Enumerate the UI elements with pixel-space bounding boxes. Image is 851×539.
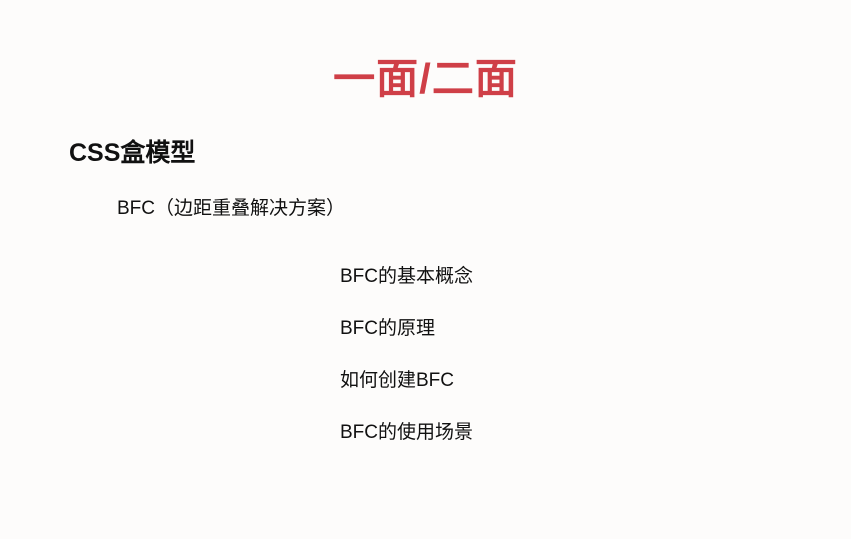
point-item: BFC的使用场景 xyxy=(340,422,474,443)
slide: 一面/二面 CSS盒模型 BFC（边距重叠解决方案） BFC的基本概念 BFC的… xyxy=(0,0,851,539)
point-item: BFC的原理 xyxy=(340,318,436,339)
section-heading: CSS盒模型 xyxy=(69,139,196,167)
point-item: 如何创建BFC xyxy=(340,370,455,391)
point-list: BFC的基本概念 BFC的原理 如何创建BFC BFC的使用场景 xyxy=(340,263,473,471)
subheading: BFC（边距重叠解决方案） xyxy=(117,198,346,219)
slide-title: 一面/二面 xyxy=(333,55,518,102)
point-item: BFC的基本概念 xyxy=(340,266,474,287)
